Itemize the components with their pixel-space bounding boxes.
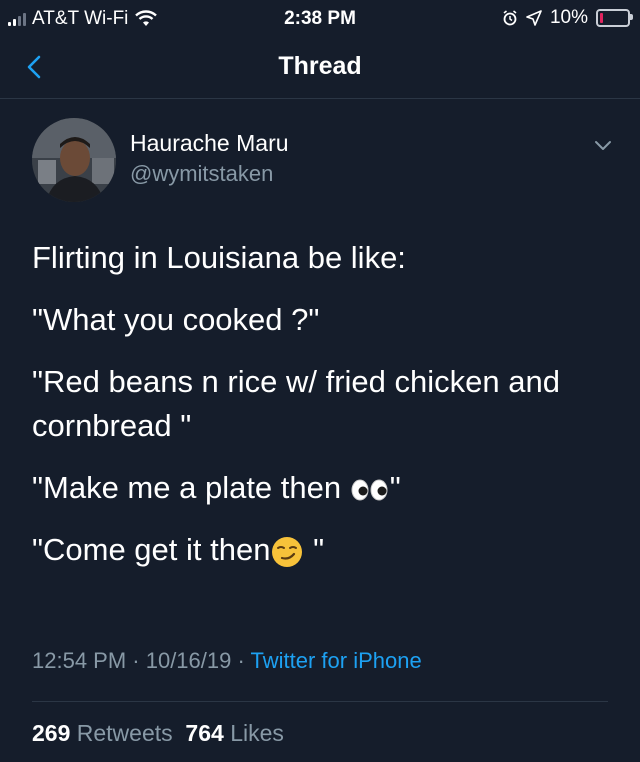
avatar-image	[32, 118, 116, 202]
retweets-stat[interactable]: 269 Retweets	[32, 720, 173, 746]
tweet-line: "Come get it then "	[32, 528, 622, 572]
status-right: 10%	[502, 7, 633, 29]
alarm-icon	[503, 10, 517, 26]
tweet-line-text: "Come get it then	[32, 532, 271, 567]
tweet-stats: 269 Retweets 764 Likes	[32, 720, 284, 747]
author-name[interactable]: Haurache Maru	[130, 130, 289, 157]
tweet-line-end: "	[389, 470, 401, 505]
tweet-line: "Red beans n rice w/ fried chicken and c…	[32, 364, 560, 443]
likes-label: Likes	[230, 720, 284, 746]
tweet-line-text: "Make me a plate then	[32, 470, 350, 505]
divider	[32, 701, 608, 702]
status-bar: AT&T Wi-Fi 2:38 PM 10%	[0, 0, 640, 36]
nav-bar: Thread	[0, 36, 640, 99]
eyes-emoji-icon	[351, 479, 388, 501]
likes-count: 764	[185, 720, 224, 746]
tweet-meta: 12:54 PM · 10/16/19 · Twitter for iPhone	[32, 648, 422, 674]
battery-percent: 10%	[549, 7, 588, 28]
retweets-count: 269	[32, 720, 71, 746]
location-icon	[526, 10, 542, 26]
chevron-down-icon[interactable]	[594, 140, 612, 152]
battery-icon	[596, 9, 633, 27]
battery-fill	[600, 13, 603, 23]
avatar[interactable]	[32, 118, 116, 202]
author-handle[interactable]: @wymitstaken	[130, 161, 273, 187]
tweet-source-link[interactable]: Twitter for iPhone	[251, 648, 422, 673]
tweet-text: Flirting in Louisiana be like: "What you…	[32, 236, 622, 590]
tweet-line-end: "	[304, 532, 325, 567]
tweet-timestamp: 12:54 PM · 10/16/19 ·	[32, 648, 251, 673]
tweet-line: "What you cooked ?"	[32, 302, 320, 337]
tweet-line: "Make me a plate then "	[32, 466, 622, 510]
likes-stat[interactable]: 764 Likes	[185, 720, 283, 746]
retweets-label: Retweets	[76, 720, 173, 746]
smirk-emoji-icon	[272, 536, 303, 567]
tweet-line: Flirting in Louisiana be like:	[32, 240, 406, 275]
page-title: Thread	[278, 52, 362, 80]
